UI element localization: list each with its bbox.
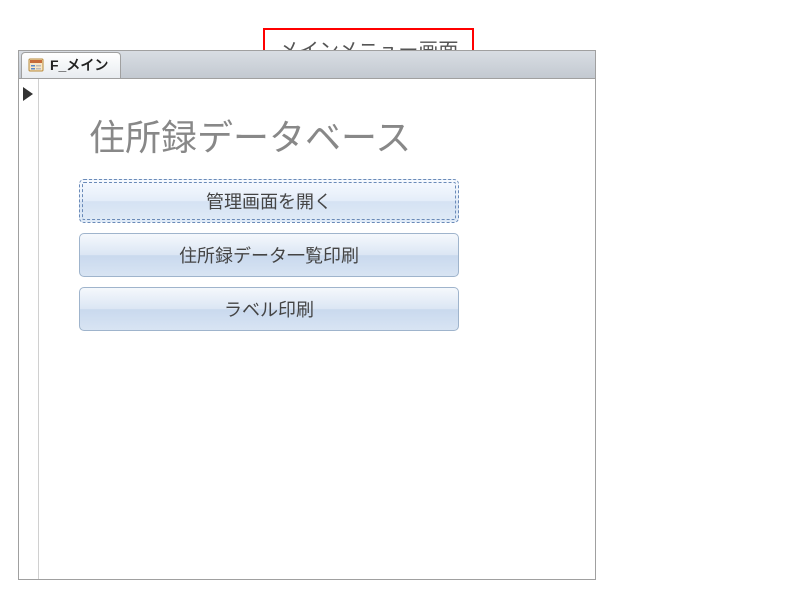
form-tab[interactable]: F_メイン <box>21 52 121 78</box>
page-title: 住所録データベース <box>89 109 555 161</box>
open-admin-button[interactable]: 管理画面を開く <box>79 179 459 223</box>
form-content: 住所録データベース 管理画面を開く 住所録データ一覧印刷 ラベル印刷 <box>39 79 595 579</box>
form-icon <box>28 57 44 73</box>
print-address-list-button[interactable]: 住所録データ一覧印刷 <box>79 233 459 277</box>
current-record-arrow-icon <box>23 87 33 101</box>
form-tab-label: F_メイン <box>50 55 108 75</box>
form-body: 住所録データベース 管理画面を開く 住所録データ一覧印刷 ラベル印刷 <box>19 79 595 579</box>
record-selector[interactable] <box>19 79 39 579</box>
window-titlebar: F_メイン <box>19 51 595 79</box>
print-label-button[interactable]: ラベル印刷 <box>79 287 459 331</box>
form-window: F_メイン 住所録データベース 管理画面を開く 住所録データ一覧印刷 ラベル印刷 <box>18 50 596 580</box>
